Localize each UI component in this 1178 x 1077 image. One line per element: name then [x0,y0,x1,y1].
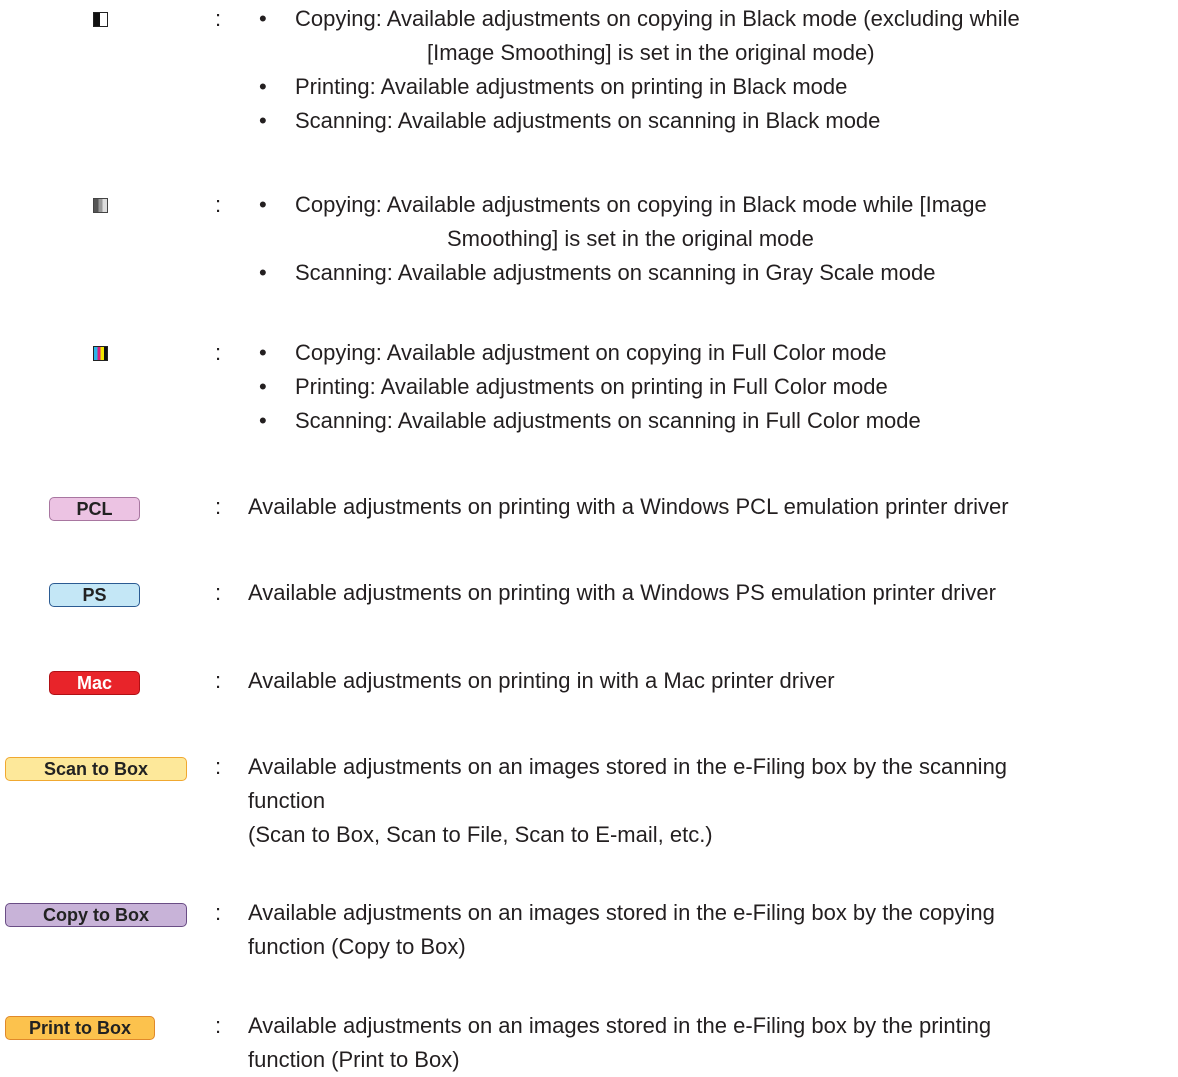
colon: : [215,494,222,519]
pcl-badge: PCL [49,497,140,521]
legend-line: function [248,788,326,813]
copy-to-box-badge-label: Copy to Box [5,903,187,927]
pcl-badge-label: PCL [49,497,140,521]
legend-line: Available adjustments on printing in wit… [248,668,835,693]
legend-text: • Copying: Available adjustments on copyi… [248,2,1173,138]
legend-line: Available adjustments on an images store… [248,754,1008,779]
gray-scale-mode-icon [93,198,108,213]
legend-line: Printing: Available adjustments on print… [295,374,888,399]
mac-badge-label: Mac [49,671,140,695]
colon: : [215,754,222,779]
legend-line: Smoothing] is set in the original mode [447,226,814,251]
legend-line: Available adjustments on an images store… [248,1013,992,1038]
colon: : [215,900,222,925]
bullet: • [259,192,267,217]
ps-badge: PS [49,583,140,607]
legend-line: Available adjustments on printing with a… [248,580,996,605]
colon: : [215,1013,222,1038]
bullet: • [259,340,267,365]
legend-line: Printing: Available adjustments on print… [295,74,848,99]
full-color-mode-icon [93,346,108,361]
bullet: • [259,408,267,433]
legend-line: Scanning: Available adjustments on scann… [295,260,936,285]
colon: : [215,340,222,365]
legend-line: Scanning: Available adjustments on scann… [295,108,881,133]
bullet: • [259,6,267,31]
scan-to-box-badge: Scan to Box [5,757,187,781]
legend-line: function (Copy to Box) [248,934,466,959]
legend-line: (Scan to Box, Scan to File, Scan to E-ma… [248,822,713,847]
legend-line: Scanning: Available adjustments on scann… [295,408,921,433]
legend-line: function (Print to Box) [248,1047,460,1072]
bullet: • [259,74,267,99]
legend-text: • Copying: Available adjustments on copyi… [248,188,1173,290]
legend-line: Copying: Available adjustments on copyin… [295,192,987,217]
mac-badge: Mac [49,671,140,695]
legend-line: Available adjustments on printing with a… [248,494,1009,519]
bullet: • [259,108,267,133]
colon: : [215,6,222,31]
bullet: • [259,374,267,399]
colon: : [215,580,222,605]
colon: : [215,668,222,693]
ps-badge-label: PS [49,583,140,607]
black-mode-icon [93,12,108,27]
copy-to-box-badge: Copy to Box [5,903,187,927]
colon: : [215,192,222,217]
legend-line: Copying: Available adjustment on copying… [295,340,887,365]
print-to-box-badge-label: Print to Box [5,1016,155,1040]
legend-line: Copying: Available adjustments on copyin… [295,6,1020,31]
print-to-box-badge: Print to Box [5,1016,155,1040]
legend-line: Available adjustments on an images store… [248,900,995,925]
legend-line: [Image Smoothing] is set in the original… [427,40,875,65]
bullet: • [259,260,267,285]
legend-text: • Copying: Available adjustment on copyin… [248,336,1173,438]
scan-to-box-badge-label: Scan to Box [5,757,187,781]
